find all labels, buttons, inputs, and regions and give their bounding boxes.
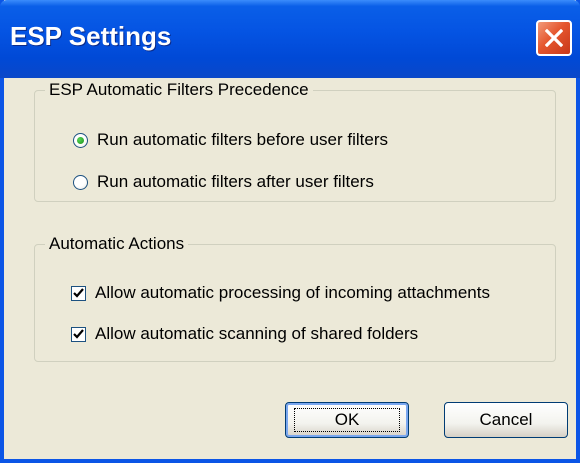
cancel-button-label: Cancel bbox=[479, 410, 533, 429]
automatic-actions-group: Automatic Actions Allow automatic proces… bbox=[34, 234, 556, 362]
radio-button-selected[interactable] bbox=[73, 132, 88, 148]
checkbox-checked[interactable] bbox=[71, 285, 86, 301]
ok-button-label: OK bbox=[293, 408, 401, 432]
radio-after-user-filters[interactable]: Run automatic filters after user filters bbox=[73, 172, 374, 192]
checkbox-checked[interactable] bbox=[71, 326, 86, 342]
window-title: ESP Settings bbox=[10, 21, 172, 51]
radio-before-label: Run automatic filters before user filter… bbox=[97, 130, 389, 149]
close-button[interactable] bbox=[536, 20, 572, 56]
checkmark-icon bbox=[73, 287, 84, 298]
close-icon bbox=[545, 29, 563, 47]
title-bar[interactable]: ESP Settings bbox=[0, 0, 580, 78]
radio-after-label: Run automatic filters after user filters bbox=[97, 172, 374, 191]
radio-button[interactable] bbox=[73, 174, 88, 190]
checkbox-processing-label: Allow automatic processing of incoming a… bbox=[95, 283, 490, 302]
ok-button[interactable]: OK bbox=[285, 402, 409, 438]
precedence-group-legend: ESP Automatic Filters Precedence bbox=[45, 80, 313, 100]
automatic-actions-legend: Automatic Actions bbox=[45, 234, 189, 254]
dialog-body: ESP Automatic Filters Precedence Run aut… bbox=[4, 78, 576, 459]
precedence-group: ESP Automatic Filters Precedence Run aut… bbox=[34, 80, 556, 202]
checkbox-processing-attachments[interactable]: Allow automatic processing of incoming a… bbox=[71, 283, 490, 303]
radio-before-user-filters[interactable]: Run automatic filters before user filter… bbox=[73, 130, 388, 150]
checkbox-scanning-shared-folders[interactable]: Allow automatic scanning of shared folde… bbox=[71, 324, 418, 344]
cancel-button[interactable]: Cancel bbox=[444, 402, 568, 438]
checkbox-scanning-label: Allow automatic scanning of shared folde… bbox=[95, 324, 419, 343]
esp-settings-dialog: ESP Settings ESP Automatic Filters Prece… bbox=[0, 0, 580, 463]
checkmark-icon bbox=[73, 328, 84, 339]
